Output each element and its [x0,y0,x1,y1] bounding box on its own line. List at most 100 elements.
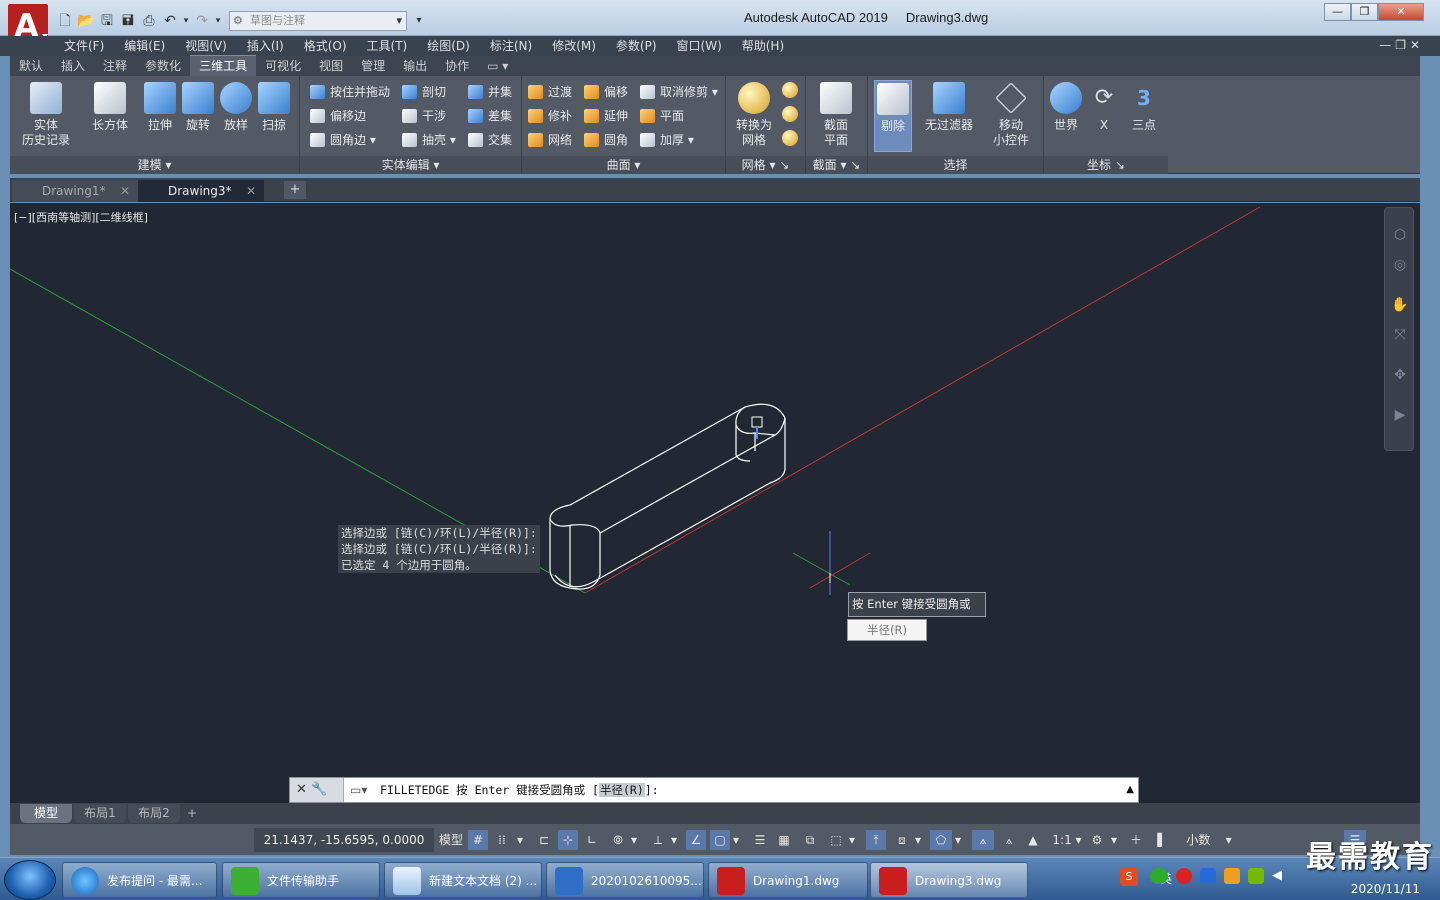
ortho-icon[interactable]: ∟ [582,830,602,850]
workspace-dropdown-icon[interactable]: ▾ [1108,830,1120,850]
grip-square[interactable] [751,416,763,428]
taskbar-item-drawing3[interactable]: Drawing3.dwg [870,862,1028,898]
viewcube-icon[interactable]: ⬡ [1391,226,1409,244]
shell-button[interactable]: 抽壳 ▾ [402,130,456,150]
menu-view[interactable]: 视图(V) [175,36,237,56]
panel-mesh-title[interactable]: 网格 ▾ ↘ [726,156,805,174]
section-plane-button[interactable]: 截面 平面 [816,82,856,148]
doc-tab-drawing3[interactable]: Drawing3* ✕ [138,180,264,202]
zoom-icon[interactable]: ⤧ [1391,326,1409,344]
drawing-viewport[interactable]: [−][西南等轴测][二维线框] ⬡ ◎ ✋ ⤧ ✥ ▶ 按 Enter 键接受… [10,203,1420,803]
recent-commands-icon[interactable]: ▭▾ [350,778,367,802]
transparency-icon[interactable]: ▦ [774,830,794,850]
volume-icon[interactable]: ◀ [1272,868,1284,884]
taskbar-item-video[interactable]: 2020102610095... [546,862,704,898]
thicken-button[interactable]: 加厚 ▾ [640,130,694,150]
gizmo-icon[interactable]: ⬠ [930,830,952,850]
coordinates-readout[interactable]: 21.1437, -15.6595, 0.0000 [254,828,434,852]
menu-dimension[interactable]: 标注(N) [480,36,542,56]
menu-modify[interactable]: 修改(M) [542,36,606,56]
command-history-toggle-icon[interactable]: ▲ [1126,778,1134,802]
customize-qat-icon[interactable]: ▾ [410,12,428,30]
units-select[interactable]: 小数 ▾ [1174,830,1244,850]
offset-edge-button[interactable]: 偏移边 [310,106,366,126]
3d-osnap-dropdown-icon[interactable]: ▾ [846,830,858,850]
infer-constraints-icon[interactable]: ⊏ [534,830,554,850]
no-filter-button[interactable]: 无过滤器 [922,82,976,133]
wechat-tray-icon[interactable] [1150,868,1168,884]
convert-to-mesh-button[interactable]: 转换为 网格 [730,82,778,148]
menu-help[interactable]: 帮助(H) [732,36,794,56]
new-file-icon[interactable]: 🗋 [56,12,74,30]
polar-dropdown-icon[interactable]: ▾ [628,830,640,850]
open-folder-icon[interactable]: 📂 [77,12,95,30]
nvidia-tray-icon[interactable] [1248,868,1264,884]
panel-section-title[interactable]: 截面 ▾ ↘ [806,156,867,174]
auto-scale-icon[interactable]: ⟑ [998,830,1020,850]
workspace-select[interactable]: ⚙ 草图与注释 ▾ [229,11,407,31]
annotation-monitor-icon[interactable]: ＋ [1126,830,1146,850]
selection-cycling-icon[interactable]: ⧉ [800,830,820,850]
isometric-icon[interactable]: ⟂ [648,830,668,850]
extrude-button[interactable]: 拉伸 [140,82,180,133]
workspace-gear-icon[interactable]: ⚙ [1086,830,1108,850]
mesh-smooth-less-icon[interactable] [782,106,798,122]
close-command-icon[interactable]: ✕ [296,782,307,797]
taskbar-item-drawing1[interactable]: Drawing1.dwg [708,862,868,898]
tab-view[interactable]: 视图 [310,56,352,76]
layout-tab-layout2[interactable]: 布局2 [128,804,180,823]
tab-3d-tools[interactable]: 三维工具 [190,55,257,76]
panel-solid-edit-title[interactable]: 实体编辑 ▾ [300,156,521,174]
slice-button[interactable]: 剖切 [402,82,446,102]
tab-manage[interactable]: 管理 [352,56,394,76]
showmotion-icon[interactable]: ▶ [1391,406,1409,424]
object-snap-dropdown-icon[interactable]: ▾ [730,830,742,850]
tab-output[interactable]: 输出 [394,56,436,76]
mesh-smooth-more-icon[interactable] [782,82,798,98]
presspull-button[interactable]: 按住并拖动 [310,82,390,102]
redo-dropdown-icon[interactable]: ▾ [214,12,222,30]
patch-button[interactable]: 修补 [528,106,572,126]
restore-button[interactable]: ❐ [1351,3,1378,21]
extend-button[interactable]: 延伸 [584,106,628,126]
box-button[interactable]: 长方体 [90,82,130,133]
mesh-refine-icon[interactable] [782,130,798,146]
doc-tab-drawing1[interactable]: Drawing1* ✕ [12,180,138,202]
selection-filter-icon[interactable]: ⧈ [892,830,912,850]
layout-tab-model[interactable]: 模型 [20,804,72,823]
annotation-scale-select[interactable]: 1:1 ▾ [1046,830,1088,850]
taskbar-item-wechat[interactable]: 文件传输助手 [222,862,380,898]
network-button[interactable]: 网络 [528,130,572,150]
panel-modeling-title[interactable]: 建模 ▾ [10,156,299,174]
undo-icon[interactable]: ↶ [161,12,179,30]
save-icon[interactable]: 🖫 [98,12,116,30]
union-button[interactable]: 并集 [468,82,512,102]
panel-coordinates-title[interactable]: 坐标 ↘ [1044,156,1168,174]
command-option-radius[interactable]: 半径(R) [599,783,645,797]
untrim-button[interactable]: 取消修剪 ▾ [640,82,718,102]
add-layout-button[interactable]: + [182,804,202,823]
new-tab-button[interactable]: + [284,181,306,199]
snap-dropdown-icon[interactable]: ▾ [514,830,526,850]
fillet-edge-button[interactable]: 圆角边 ▾ [310,130,376,150]
units-icon[interactable]: ▌ [1152,830,1172,850]
start-button[interactable] [4,860,56,900]
3d-object-snap-icon[interactable]: ⬚ [826,830,846,850]
loft-button[interactable]: 放样 [216,82,256,133]
layout-tab-layout1[interactable]: 布局1 [74,804,126,823]
security-tray-icon[interactable] [1200,868,1216,884]
menu-file[interactable]: 文件(F) [54,36,114,56]
culling-button[interactable]: 剔除 [874,80,912,152]
sogou-ime-icon[interactable]: S [1120,868,1138,886]
menu-window[interactable]: 窗口(W) [667,36,732,56]
panel-surface-title[interactable]: 曲面 ▾ [522,156,725,174]
solid-history-button[interactable]: 实体 历史记录 [18,82,74,148]
command-line[interactable]: ✕ 🔧 ▭▾ FILLETEDGE 按 Enter 键接受圆角或 [半径(R)]… [289,777,1139,803]
menu-edit[interactable]: 编辑(E) [114,36,175,56]
filter-dropdown-icon[interactable]: ▾ [912,830,924,850]
steering-wheel-icon[interactable]: ◎ [1391,256,1409,274]
network-tray-icon[interactable] [1224,868,1240,884]
ucs-world-button[interactable]: 世界 [1046,82,1086,133]
close-tab-icon[interactable]: ✕ [246,180,256,202]
move-gizmo-button[interactable]: 移动 小控件 [986,82,1036,148]
